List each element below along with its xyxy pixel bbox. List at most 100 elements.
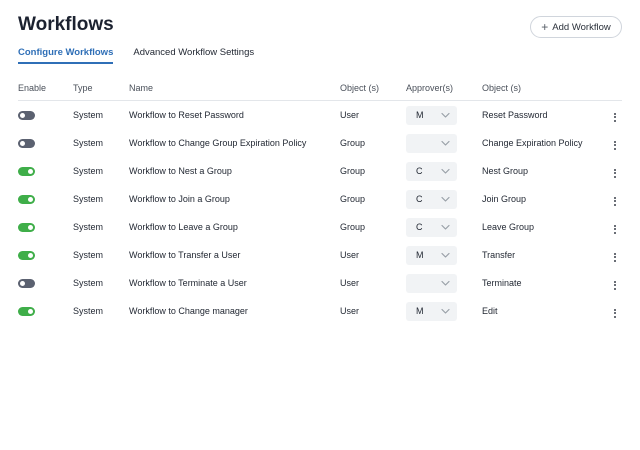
enable-toggle[interactable] (18, 138, 35, 148)
enable-toggle[interactable] (18, 166, 35, 176)
approver-cell (406, 133, 482, 153)
actions-cell (607, 107, 622, 124)
chevron-down-icon (441, 196, 450, 202)
approver-cell: C (406, 217, 482, 237)
add-workflow-button[interactable]: + Add Workflow (530, 16, 622, 38)
approver-select[interactable]: C (406, 217, 457, 237)
object-action-cell: Change Expiration Policy (482, 138, 583, 148)
object-action-cell: Nest Group (482, 166, 529, 176)
name-cell: Workflow to Leave a Group (129, 222, 238, 232)
object-action-cell: Transfer (482, 250, 516, 260)
object-cell: User (340, 278, 360, 288)
approver-select[interactable] (406, 133, 457, 153)
table-row: System Workflow to Change manager User M… (18, 297, 622, 325)
enable-toggle[interactable] (18, 194, 35, 204)
actions-cell (607, 219, 622, 236)
type-cell: System (73, 110, 104, 120)
enable-toggle[interactable] (18, 278, 35, 288)
approver-value: C (416, 222, 423, 232)
approver-cell: M (406, 245, 482, 265)
type-cell: System (73, 194, 104, 204)
enable-cell (18, 278, 73, 288)
more-options-icon[interactable] (612, 111, 618, 124)
enable-cell (18, 306, 73, 316)
name-cell: Workflow to Transfer a User (129, 250, 241, 260)
enable-cell (18, 138, 73, 148)
tab-configure-workflows[interactable]: Configure Workflows (18, 47, 114, 64)
table-row: System Workflow to Reset Password User M… (18, 101, 622, 129)
approver-select[interactable]: M (406, 105, 457, 125)
type-cell: System (73, 166, 104, 176)
enable-cell (18, 250, 73, 260)
approver-select[interactable]: C (406, 189, 457, 209)
chevron-down-icon (441, 140, 450, 146)
toggle-knob (28, 252, 33, 258)
chevron-down-icon (441, 112, 450, 118)
column-header-objects-action: Object (s) (482, 83, 522, 93)
table-body: System Workflow to Reset Password User M… (18, 101, 622, 325)
more-options-icon[interactable] (612, 251, 618, 264)
toggle-knob (28, 196, 33, 202)
more-options-icon[interactable] (612, 279, 618, 292)
toggle-knob (28, 308, 33, 314)
table-row: System Workflow to Nest a Group Group C … (18, 157, 622, 185)
object-cell: User (340, 306, 360, 316)
approver-select[interactable] (406, 273, 457, 293)
approver-value: C (416, 166, 423, 176)
type-cell: System (73, 278, 104, 288)
object-action-cell: Terminate (482, 278, 522, 288)
type-cell: System (73, 306, 104, 316)
column-header-name: Name (129, 83, 154, 93)
approver-select[interactable]: M (406, 245, 457, 265)
table-row: System Workflow to Leave a Group Group C… (18, 213, 622, 241)
object-action-cell: Leave Group (482, 222, 535, 232)
more-options-icon[interactable] (612, 195, 618, 208)
object-cell: User (340, 110, 360, 120)
approver-cell: C (406, 161, 482, 181)
actions-cell (607, 275, 622, 292)
table-row: System Workflow to Transfer a User User … (18, 241, 622, 269)
name-cell: Workflow to Terminate a User (129, 278, 247, 288)
actions-cell (607, 247, 622, 264)
tab-advanced-workflow-settings[interactable]: Advanced Workflow Settings (133, 47, 254, 64)
approver-value: M (416, 306, 424, 316)
table-header: Enable Type Name Object (s) Approver(s) … (18, 76, 622, 101)
table-row: System Workflow to Change Group Expirati… (18, 129, 622, 157)
chevron-down-icon (441, 168, 450, 174)
object-cell: User (340, 250, 360, 260)
more-options-icon[interactable] (612, 139, 618, 152)
more-options-icon[interactable] (612, 307, 618, 320)
column-header-objects: Object (s) (340, 83, 380, 93)
add-workflow-label: Add Workflow (552, 21, 611, 33)
enable-cell (18, 222, 73, 232)
workflows-table: Enable Type Name Object (s) Approver(s) … (18, 76, 622, 325)
approver-select[interactable]: C (406, 161, 457, 181)
enable-toggle[interactable] (18, 222, 35, 232)
tab-bar: Configure Workflows Advanced Workflow Se… (18, 47, 254, 64)
enable-toggle[interactable] (18, 110, 35, 120)
more-options-icon[interactable] (612, 223, 618, 236)
name-cell: Workflow to Change manager (129, 306, 248, 316)
toggle-knob (20, 112, 25, 118)
enable-cell (18, 110, 73, 120)
column-header-approvers: Approver(s) (406, 83, 454, 93)
type-cell: System (73, 250, 104, 260)
name-cell: Workflow to Reset Password (129, 110, 244, 120)
object-cell: Group (340, 222, 366, 232)
chevron-down-icon (441, 308, 450, 314)
enable-toggle[interactable] (18, 306, 35, 316)
approver-cell (406, 273, 482, 293)
object-cell: Group (340, 138, 366, 148)
object-cell: Group (340, 166, 366, 176)
column-header-type: Type (73, 83, 93, 93)
object-cell: Group (340, 194, 366, 204)
object-action-cell: Join Group (482, 194, 527, 204)
approver-select[interactable]: M (406, 301, 457, 321)
more-options-icon[interactable] (612, 167, 618, 180)
approver-cell: M (406, 105, 482, 125)
enable-cell (18, 166, 73, 176)
type-cell: System (73, 222, 104, 232)
table-row: System Workflow to Terminate a User User… (18, 269, 622, 297)
enable-toggle[interactable] (18, 250, 35, 260)
chevron-down-icon (441, 252, 450, 258)
